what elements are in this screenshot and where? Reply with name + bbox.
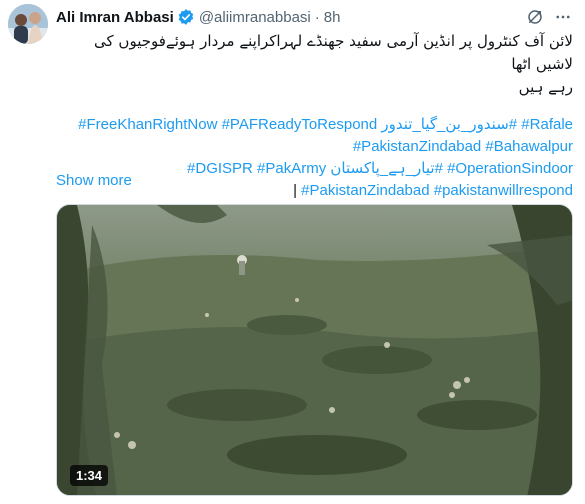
user-handle[interactable]: @aliimranabbasi bbox=[199, 9, 311, 26]
more-icon[interactable] bbox=[553, 7, 573, 27]
hashtag-link[interactable]: #FreeKhanRightNow #PAFReadyToRespond bbox=[78, 116, 377, 133]
avatar-photo bbox=[8, 4, 48, 44]
hashtag-link[interactable]: #PakistanZindabad #Bahawalpur bbox=[353, 138, 573, 155]
avatar[interactable] bbox=[8, 4, 48, 44]
header-actions bbox=[525, 6, 573, 28]
video-duration: 1:34 bbox=[70, 465, 109, 486]
show-more-link[interactable]: Show more bbox=[56, 172, 132, 189]
tweet-header: Ali Imran Abbasi @aliimranabbasi · 8h bbox=[56, 6, 573, 28]
post-time[interactable]: 8h bbox=[324, 9, 341, 26]
tweet-text-line-1: لائن آف کنٹرول پر انڈین آرمی سفید جھنڈے … bbox=[94, 32, 573, 73]
hashtag-line-4: #PakistanZindabad #pakistanwillrespond | bbox=[56, 180, 573, 202]
hashtag-link[interactable]: #Rafale bbox=[521, 116, 573, 133]
hashtag-link[interactable]: #OperationSindoor bbox=[447, 160, 573, 177]
text-bar: | bbox=[293, 182, 297, 199]
video-player[interactable]: 1:34 bbox=[56, 204, 573, 496]
hashtag-link[interactable]: #تیار_ہے_پاکستان bbox=[330, 160, 443, 177]
hashtag-block: #Rafale #سندور_بن_گیا_تندور #FreeKhanRig… bbox=[56, 114, 573, 202]
hashtag-line-1: #Rafale #سندور_بن_گیا_تندور #FreeKhanRig… bbox=[56, 114, 573, 136]
video-thumbnail bbox=[57, 205, 572, 495]
tweet-text-line-2: رہے ہیں bbox=[518, 78, 573, 96]
tweet-text: لائن آف کنٹرول پر انڈین آرمی سفید جھنڈے … bbox=[56, 30, 573, 202]
hashtag-line-3: #OperationSindoor #تیار_ہے_پاکستان #DGIS… bbox=[56, 158, 573, 180]
display-name[interactable]: Ali Imran Abbasi bbox=[56, 9, 174, 26]
hashtag-link[interactable]: #PakistanZindabad #pakistanwillrespond bbox=[301, 182, 573, 199]
hashtag-link[interactable]: #DGISPR #PakArmy bbox=[187, 160, 326, 177]
grok-icon[interactable] bbox=[525, 7, 545, 27]
hashtag-line-2: #PakistanZindabad #Bahawalpur bbox=[56, 136, 573, 158]
hashtag-link[interactable]: #سندور_بن_گیا_تندور bbox=[381, 116, 517, 133]
dot-separator: · bbox=[314, 8, 320, 26]
verified-badge-icon bbox=[177, 8, 195, 26]
